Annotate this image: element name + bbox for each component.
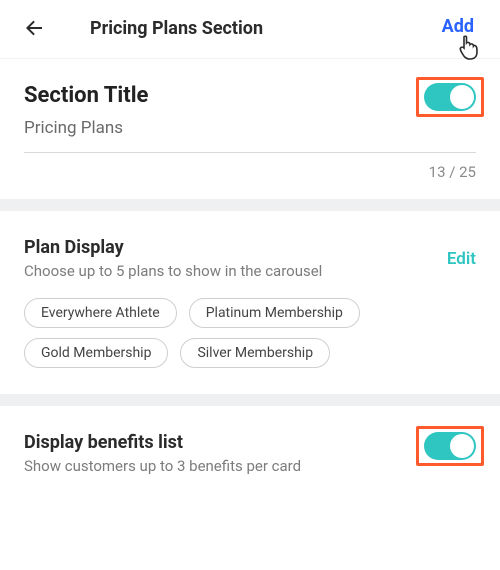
benefits-block: Display benefits list Show customers up … bbox=[0, 406, 500, 501]
input-underline bbox=[24, 152, 476, 153]
panel-header: Pricing Plans Section Add bbox=[0, 0, 500, 56]
section-divider bbox=[0, 199, 500, 211]
benefits-toggle[interactable] bbox=[424, 432, 476, 460]
toggle-knob bbox=[450, 85, 474, 109]
edit-plans-button[interactable]: Edit bbox=[447, 249, 476, 269]
section-divider bbox=[0, 394, 500, 406]
benefits-desc: Show customers up to 3 benefits per card bbox=[24, 457, 301, 475]
section-title-block: Section Title Pricing Plans 13 / 25 bbox=[0, 59, 500, 199]
plan-display-desc: Choose up to 5 plans to show in the caro… bbox=[24, 262, 322, 280]
plan-chip[interactable]: Gold Membership bbox=[24, 338, 168, 368]
back-button[interactable] bbox=[22, 12, 54, 44]
settings-panel: Pricing Plans Section Add Section Title … bbox=[0, 0, 500, 501]
arrow-left-icon bbox=[22, 16, 46, 40]
plan-chip[interactable]: Platinum Membership bbox=[189, 298, 360, 328]
plan-chip[interactable]: Silver Membership bbox=[180, 338, 330, 368]
plan-display-block: Plan Display Choose up to 5 plans to sho… bbox=[0, 211, 500, 394]
section-title-toggle[interactable] bbox=[424, 83, 476, 111]
plan-chips: Everywhere Athlete Platinum Membership G… bbox=[24, 298, 476, 368]
section-title-value[interactable]: Pricing Plans bbox=[24, 118, 148, 138]
toggle-knob bbox=[450, 434, 474, 458]
panel-title: Pricing Plans Section bbox=[90, 18, 263, 39]
char-counter: 13 / 25 bbox=[24, 163, 476, 181]
add-button[interactable]: Add bbox=[442, 16, 474, 37]
plan-display-title: Plan Display bbox=[24, 237, 322, 258]
benefits-title: Display benefits list bbox=[24, 432, 301, 453]
section-title-label: Section Title bbox=[24, 83, 148, 108]
plan-chip[interactable]: Everywhere Athlete bbox=[24, 298, 177, 328]
